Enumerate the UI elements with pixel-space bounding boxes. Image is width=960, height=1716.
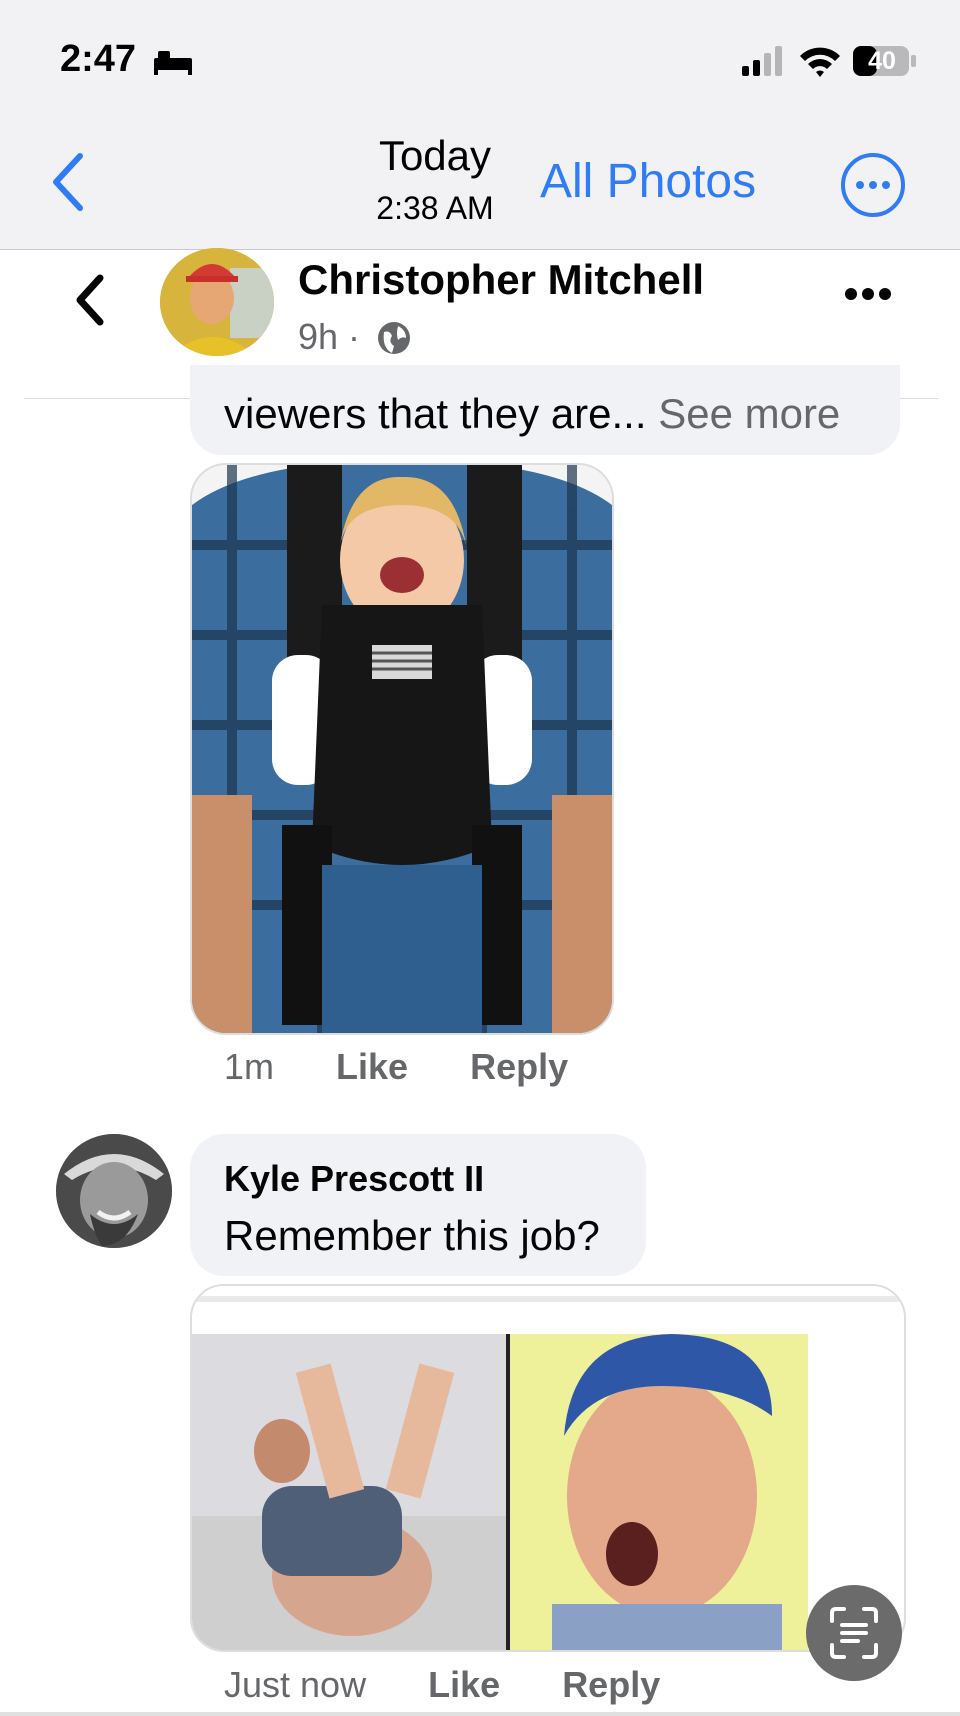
live-text-scan-button[interactable] [806, 1585, 902, 1681]
globe-icon [378, 322, 410, 354]
status-time: 2:47 [60, 38, 137, 80]
comment-meta: 1m Like Reply [224, 1046, 568, 1088]
battery-level: 40 [868, 47, 896, 75]
see-more-link[interactable]: See more [658, 390, 840, 437]
reply-button[interactable]: Reply [470, 1046, 568, 1087]
like-button[interactable]: Like [428, 1664, 500, 1705]
bottom-edge [0, 1712, 960, 1716]
post-age: 9h · [298, 316, 361, 357]
reply-button[interactable]: Reply [562, 1664, 660, 1705]
post-author-name[interactable]: Christopher Mitchell [298, 256, 704, 304]
comment-meta: Just now Like Reply [224, 1664, 660, 1706]
comment-text: viewers that they are... See more [224, 390, 840, 438]
more-options-icon[interactable] [840, 152, 906, 218]
comment-time: Just now [224, 1664, 367, 1705]
fb-back-icon[interactable] [72, 272, 108, 328]
wifi-icon [800, 47, 840, 77]
comment-photo[interactable] [190, 463, 614, 1035]
commenter-name[interactable]: Kyle Prescott II [224, 1158, 484, 1200]
comment-text: Remember this job? [224, 1212, 600, 1259]
photo-time: 2:38 AM [376, 190, 494, 226]
comment-time: 1m [224, 1046, 275, 1087]
photo-date: Today [378, 132, 492, 179]
post-more-icon[interactable] [844, 286, 892, 302]
back-chevron-icon[interactable] [48, 152, 88, 212]
bed-icon [154, 51, 192, 75]
author-avatar[interactable] [160, 248, 274, 356]
signal-icon [742, 46, 782, 76]
commenter-avatar[interactable] [56, 1134, 172, 1248]
live-text-icon [830, 1607, 878, 1659]
all-photos-button[interactable]: All Photos [540, 154, 756, 209]
comment-photo[interactable] [190, 1284, 906, 1652]
like-button[interactable]: Like [336, 1046, 408, 1087]
comment-body: viewers that they are... [224, 390, 647, 437]
